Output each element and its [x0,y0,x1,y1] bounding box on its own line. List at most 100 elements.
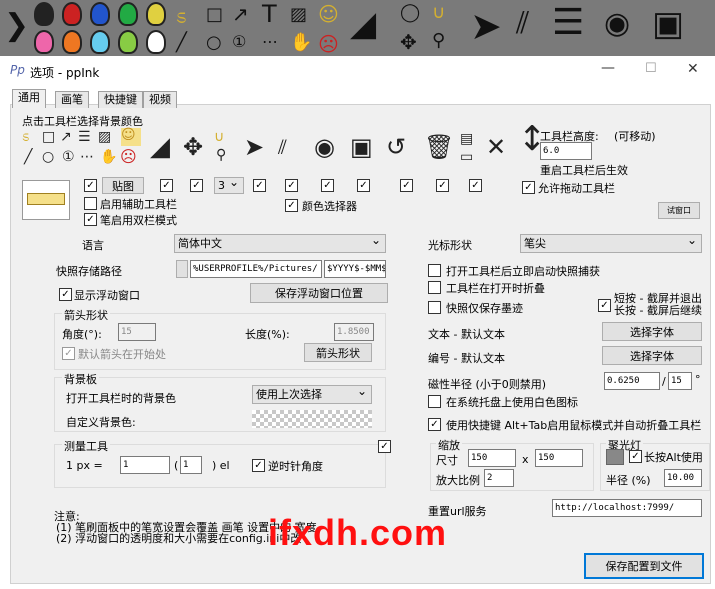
sad-face-icon[interactable]: ☹ [318,32,339,56]
pen-icon[interactable] [146,2,166,26]
thumbs-down-icon[interactable]: ✋ [100,150,117,164]
length-input[interactable]: 1.8500 [334,323,374,341]
camera-icon[interactable]: ▣ [652,4,684,44]
chevron-right-icon[interactable]: ❯ [4,8,29,43]
eraser-icon[interactable]: ◢ [150,134,170,160]
zoom-icon[interactable]: ⚲ [432,30,445,51]
smiley-icon[interactable]: ☺ [121,128,141,146]
zoom-scale-input[interactable]: 2 [484,469,514,487]
long-alt-checkbox[interactable]: ✓ [629,450,642,463]
spotlight-radius-input[interactable]: 10.00 [664,469,702,487]
short-long-checkbox[interactable]: ✓ [598,299,611,312]
toolbar-preview-thumb[interactable] [22,180,70,220]
circle-icon[interactable]: ○ [206,32,222,53]
eye-icon[interactable]: ◉ [604,6,630,41]
url-input[interactable]: http://localhost:7999/ [552,499,702,517]
checkbox[interactable]: ✓ [321,179,334,192]
number-font-button[interactable]: 选择字体 [602,346,702,365]
camera-icon[interactable]: ▣ [350,135,373,159]
maximize-icon[interactable]: ☐ [645,61,657,76]
toolbar-height-input[interactable]: 6.0 [540,142,592,160]
eraser-icon[interactable]: ◢ [350,4,376,44]
pen-icon[interactable] [90,30,110,54]
checkbox[interactable]: ✓ [285,179,298,192]
checkbox[interactable]: ✓ [84,179,97,192]
undo-icon[interactable]: ↺ [386,135,406,159]
lasso-icon[interactable]: ಽ [22,130,29,144]
close-x-icon[interactable]: ✕ [486,135,506,159]
move-icon[interactable]: ✥ [183,135,203,159]
angle-input[interactable]: 15 [118,323,156,341]
pen-icon[interactable] [34,2,54,26]
text-font-button[interactable]: 选择字体 [602,322,702,341]
pen-icon[interactable] [62,30,82,54]
pen-icon[interactable] [62,2,82,26]
default-at-start-checkbox[interactable]: ✓ [62,347,75,360]
tray-white-checkbox[interactable] [428,395,441,408]
zoom-icon[interactable]: ⚲ [216,148,226,162]
color-picker-checkbox[interactable]: ✓ [285,199,298,212]
show-float-checkbox[interactable]: ✓ [59,288,72,301]
snapshot-path-input[interactable]: %USERPROFILE%/Pictures/ [190,260,322,278]
checkbox[interactable]: ✓ [357,179,370,192]
cursor-icon[interactable]: ➤ [470,4,502,48]
checkbox[interactable]: ✓ [400,179,413,192]
arrow-shape-button[interactable]: 箭头形状 [304,343,372,362]
px-paren-input[interactable]: 1 [180,456,202,474]
snapshot-file-input[interactable]: $YYYY$-$MM$ [324,260,386,278]
eye-icon[interactable]: ◉ [314,135,335,159]
arrow-line-icon[interactable]: ↗ [60,130,72,144]
aux-toolbar-checkbox[interactable] [84,197,97,210]
trash-icon[interactable]: 🗑 [424,135,454,159]
cursor-shape-select[interactable]: 笔尖 [520,232,702,253]
pen-icon[interactable] [146,30,166,54]
magnet-icon[interactable]: ∪ [214,130,224,144]
ccw-checkbox[interactable]: ✓ [252,459,265,472]
dashed-line-icon[interactable]: ⋯ [80,150,94,164]
allow-drag-checkbox[interactable]: ✓ [522,181,535,194]
test-window-button[interactable]: 试窗口 [658,202,700,219]
paste-button[interactable]: 贴图 [102,177,144,194]
sad-face-icon[interactable]: ☹ [120,149,137,165]
custom-bg-swatch[interactable] [252,410,372,428]
pan-icon[interactable]: ⫽ [516,6,529,41]
circle-icon[interactable]: ○ [42,150,54,164]
lasso-select-icon[interactable]: ◯ [400,2,420,23]
language-select[interactable]: 简体中文 [174,232,386,253]
background-open-select[interactable]: 使用上次选择 [252,383,372,404]
pages-select[interactable]: 3 [214,175,244,194]
fold-on-open-checkbox[interactable] [428,281,441,294]
minimize-icon[interactable]: — [601,60,615,76]
pen-icon[interactable] [90,2,110,26]
zoom-height-input[interactable]: 150 [535,449,583,467]
pen-icon[interactable] [34,30,54,54]
checkbox[interactable]: ✓ [469,179,482,192]
snapshot-trace-checkbox[interactable] [428,301,441,314]
checkbox[interactable]: ✓ [160,179,173,192]
move-icon[interactable]: ✥ [400,30,417,54]
magnet-input[interactable]: 0.6250 [604,372,660,390]
arrow-line-icon[interactable]: ↗ [232,2,249,26]
text-icon[interactable]: ☰ [78,130,91,144]
pen-icon[interactable] [118,2,138,26]
save-float-pos-button[interactable]: 保存浮动窗口位置 [250,283,388,303]
measure-checkbox[interactable]: ✓ [378,440,391,453]
cursor-icon[interactable]: ➤ [244,135,264,159]
save-icon[interactable]: ▤ [460,132,473,146]
save-config-button[interactable]: 保存配置到文件 [584,553,704,579]
menu-icon[interactable]: ☰ [552,2,584,43]
dashed-line-icon[interactable]: ⋯ [262,32,278,51]
pen-double-checkbox[interactable]: ✓ [84,213,97,226]
image-icon[interactable]: ▨ [290,4,307,25]
magnet-icon[interactable]: ∪ [432,2,445,23]
alt-tab-checkbox[interactable]: ✓ [428,418,441,431]
close-icon[interactable]: ✕ [687,61,699,77]
pan-icon[interactable]: ⫽ [278,136,287,158]
tab-general[interactable]: 通用 [12,89,46,108]
magnet-angle-input[interactable]: 15 [668,372,692,390]
image-icon[interactable]: ▨ [98,130,111,144]
open-snapshot-checkbox[interactable] [428,264,441,277]
rectangle-icon[interactable]: □ [206,4,223,25]
checkbox[interactable]: ✓ [190,179,203,192]
open-folder-icon[interactable]: ▭ [460,150,473,164]
